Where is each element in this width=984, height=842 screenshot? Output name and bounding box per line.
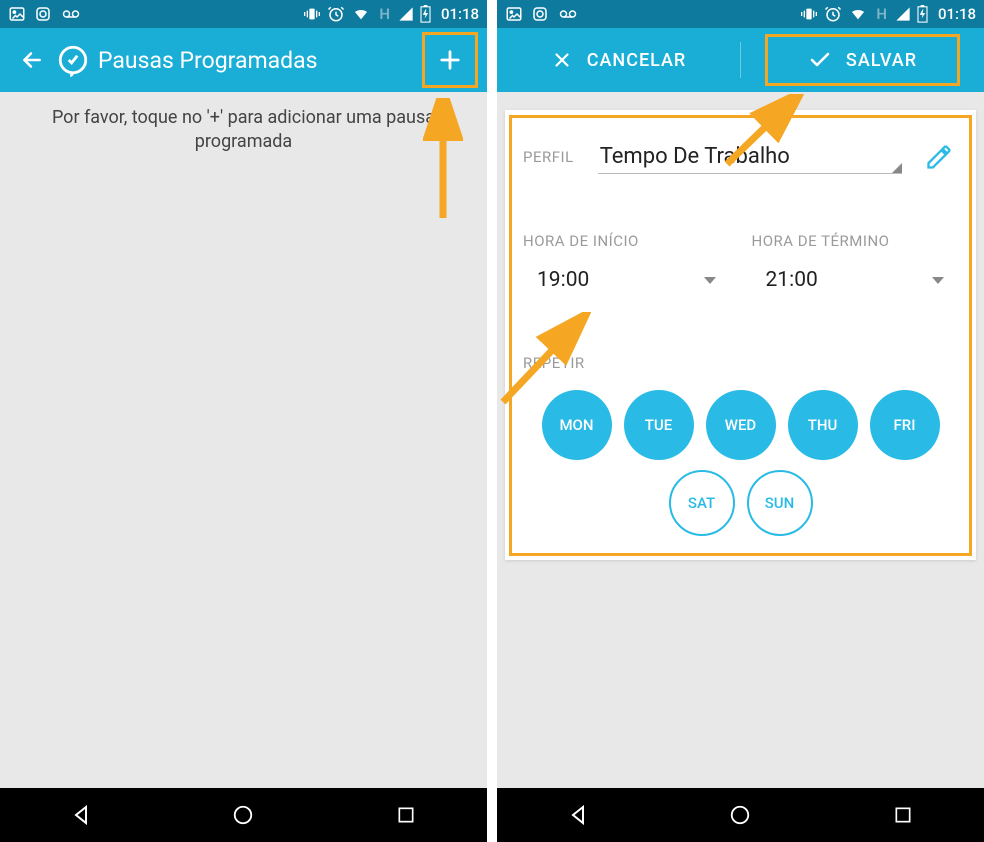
repeat-section: REPETIR MON TUE WED THU FRI SAT SUN (523, 354, 958, 536)
day-sun[interactable]: SUN (747, 470, 813, 536)
end-time-label: HORA DE TÉRMINO (752, 232, 959, 250)
signal-icon (398, 6, 414, 22)
chevron-down-icon (932, 277, 944, 284)
cancel-button[interactable]: CANCELAR (497, 28, 740, 92)
day-tue[interactable]: TUE (624, 390, 694, 460)
android-nav-bar (497, 788, 984, 842)
page-title: Pausas Programadas (98, 47, 425, 74)
repeat-label: REPETIR (523, 354, 958, 372)
nav-recent[interactable] (376, 795, 436, 835)
profile-select[interactable]: Tempo De Trabalho (598, 140, 902, 174)
signal-icon (895, 6, 911, 22)
add-button[interactable] (425, 35, 475, 85)
phone-right: H 01:18 CANCELAR SALVAR PERFIL (497, 0, 984, 842)
android-nav-bar (0, 788, 487, 842)
nav-home[interactable] (213, 795, 273, 835)
nav-recent[interactable] (873, 795, 933, 835)
day-mon[interactable]: MON (542, 390, 612, 460)
image-icon (505, 5, 523, 23)
alarm-icon (824, 5, 842, 23)
chevron-down-icon (704, 277, 716, 284)
voicemail-icon (557, 5, 579, 23)
day-sat[interactable]: SAT (669, 470, 735, 536)
save-label: SALVAR (846, 50, 917, 71)
status-bar: H 01:18 (497, 0, 984, 28)
phone-left: H 01:18 Pausas Programadas Por favor, to… (0, 0, 487, 842)
nav-back[interactable] (51, 795, 111, 835)
start-time-label: HORA DE INÍCIO (523, 232, 730, 250)
network-type: H (379, 5, 390, 23)
action-bar: CANCELAR SALVAR (497, 28, 984, 92)
end-time-col: HORA DE TÉRMINO 21:00 (752, 232, 959, 292)
day-row-2: SAT SUN (523, 470, 958, 536)
wifi-icon (351, 6, 371, 22)
wifi-icon (848, 6, 868, 22)
day-wed[interactable]: WED (706, 390, 776, 460)
end-time-value: 21:00 (766, 268, 818, 292)
camera-icon (531, 5, 549, 23)
app-logo-icon (56, 43, 90, 77)
battery-icon (917, 5, 928, 23)
nav-home[interactable] (710, 795, 770, 835)
alarm-icon (327, 5, 345, 23)
vibrate-icon (303, 6, 321, 22)
cancel-label: CANCELAR (587, 50, 687, 71)
content-area: Por favor, toque no '+' para adicionar u… (0, 92, 487, 788)
empty-state-text: Por favor, toque no '+' para adicionar u… (16, 106, 471, 155)
time-section: HORA DE INÍCIO 19:00 HORA DE TÉRMINO 21:… (523, 232, 958, 292)
day-fri[interactable]: FRI (870, 390, 940, 460)
profile-label: PERFIL (523, 148, 574, 166)
profile-value: Tempo De Trabalho (600, 144, 790, 169)
schedule-card: PERFIL Tempo De Trabalho HORA DE INÍCIO … (505, 110, 976, 560)
profile-row: PERFIL Tempo De Trabalho (523, 138, 958, 176)
dropdown-triangle-icon (892, 163, 902, 173)
vibrate-icon (800, 6, 818, 22)
start-time-col: HORA DE INÍCIO 19:00 (523, 232, 730, 292)
save-button[interactable]: SALVAR (741, 28, 984, 92)
day-row-1: MON TUE WED THU FRI (523, 390, 958, 460)
network-type: H (876, 5, 887, 23)
clock-text: 01:18 (441, 5, 479, 23)
content-area: PERFIL Tempo De Trabalho HORA DE INÍCIO … (497, 92, 984, 788)
day-thu[interactable]: THU (788, 390, 858, 460)
app-bar: Pausas Programadas (0, 28, 487, 92)
end-time-select[interactable]: 21:00 (752, 268, 959, 292)
camera-icon (34, 5, 52, 23)
nav-back[interactable] (548, 795, 608, 835)
clock-text: 01:18 (938, 5, 976, 23)
back-button[interactable] (12, 40, 52, 80)
image-icon (8, 5, 26, 23)
edit-profile-button[interactable] (920, 138, 958, 176)
status-bar: H 01:18 (0, 0, 487, 28)
battery-icon (420, 5, 431, 23)
voicemail-icon (60, 5, 82, 23)
start-time-select[interactable]: 19:00 (523, 268, 730, 292)
start-time-value: 19:00 (537, 268, 589, 292)
